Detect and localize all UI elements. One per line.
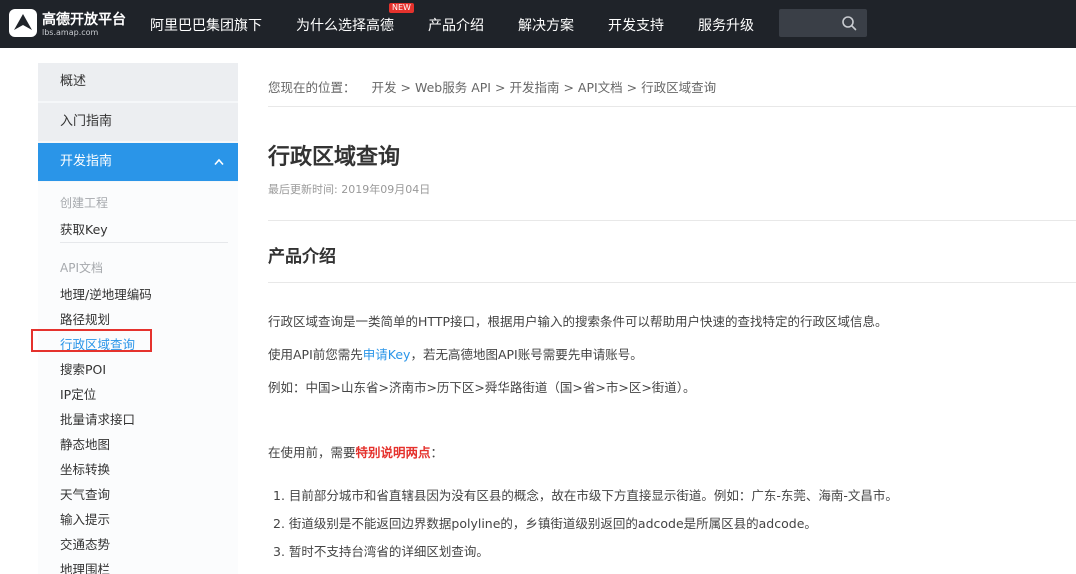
apply-key-link[interactable]: 申请Key	[363, 347, 411, 362]
breadcrumb-item-dev-guide[interactable]: 开发指南	[509, 80, 559, 95]
sidebar-item-weather[interactable]: 天气查询	[60, 484, 110, 503]
sidebar-group-api-docs[interactable]: API文档	[60, 259, 103, 276]
main-content: 您现在的位置： 开发 > Web服务 API > 开发指南 > API文档 > …	[268, 0, 1076, 574]
sidebar-item-input-tips[interactable]: 输入提示	[60, 509, 110, 528]
section-title: 产品介绍	[268, 247, 336, 267]
breadcrumb-separator: >	[400, 80, 411, 95]
last-updated: 最后更新时间: 2019年09月04日	[268, 183, 431, 196]
sidebar-section-dev-guide[interactable]: 开发指南	[38, 143, 238, 181]
note-item-1: 1. 目前部分城市和省直辖县因为没有区县的概念，故在市级下方直接显示街道。例如：…	[273, 488, 898, 503]
breadcrumb-separator: >	[626, 80, 638, 95]
sidebar-item-traffic[interactable]: 交通态势	[60, 534, 110, 553]
sidebar-section-label: 开发指南	[60, 154, 113, 169]
intro-paragraph: 行政区域查询是一类简单的HTTP接口，根据用户输入的搜索条件可以帮助用户快速的查…	[268, 314, 888, 329]
breadcrumb-separator: >	[563, 80, 574, 95]
breadcrumb-item-api-docs[interactable]: API文档	[578, 80, 623, 95]
example-paragraph: 例如：中国>山东省>济南市>历下区>舜华路街道（国>省>市>区>街道）。	[268, 380, 696, 395]
sidebar-item-poi-search[interactable]: 搜索POI	[60, 359, 106, 378]
sidebar-item-batch-request[interactable]: 批量请求接口	[60, 409, 135, 428]
sidebar-item-get-key[interactable]: 获取Key	[60, 219, 108, 238]
sidebar: 概述 入门指南 开发指南 创建工程 获取Key API文档 地理/逆地理编码 路…	[38, 63, 238, 574]
breadcrumb-item-dev[interactable]: 开发	[372, 80, 397, 95]
page-title: 行政区域查询	[268, 145, 401, 170]
notice-text-after: ：	[430, 445, 444, 460]
sidebar-item-ip-location[interactable]: IP定位	[60, 384, 96, 403]
sidebar-group-create-project[interactable]: 创建工程	[60, 194, 108, 211]
key-text-before: 使用API前您需先	[268, 347, 363, 362]
nav-alibaba-group[interactable]: 阿里巴巴集团旗下	[150, 15, 262, 35]
sidebar-item-coordinate-convert[interactable]: 坐标转换	[60, 459, 110, 478]
breadcrumb: 您现在的位置： 开发 > Web服务 API > 开发指南 > API文档 > …	[268, 77, 716, 96]
sidebar-submenu: 创建工程 获取Key API文档 地理/逆地理编码 路径规划 行政区域查询 搜索…	[38, 182, 238, 574]
breadcrumb-separator: >	[494, 80, 506, 95]
amap-logo-icon	[9, 9, 37, 37]
notice-text-before: 在使用前，需要	[268, 445, 356, 460]
logo-title: 高德开放平台	[42, 12, 126, 28]
sidebar-item-route-planning[interactable]: 路径规划	[60, 309, 110, 328]
sidebar-item-geocoding[interactable]: 地理/逆地理编码	[60, 284, 152, 303]
amap-logo[interactable]: 高德开放平台 lbs.amap.com	[8, 8, 138, 40]
sidebar-section-overview[interactable]: 概述	[38, 63, 238, 101]
sidebar-item-geofence[interactable]: 地理围栏	[60, 559, 110, 574]
breadcrumb-label: 您现在的位置：	[268, 80, 356, 95]
title-divider	[268, 220, 1076, 221]
current-item-highlight	[31, 329, 152, 352]
notice-paragraph: 在使用前，需要特别说明两点：	[268, 442, 443, 461]
note-item-3: 3. 暂时不支持台湾省的详细区划查询。	[273, 544, 489, 559]
note-item-2: 2. 街道级别是不能返回边界数据polyline的，乡镇街道级别返回的adcod…	[273, 516, 817, 531]
sidebar-divider	[60, 242, 228, 243]
sidebar-section-getting-started[interactable]: 入门指南	[38, 103, 238, 141]
sidebar-item-static-map[interactable]: 静态地图	[60, 434, 110, 453]
key-text-after: ，若无高德地图API账号需要先申请账号。	[410, 347, 643, 362]
chevron-up-icon	[214, 158, 224, 166]
breadcrumb-divider	[268, 106, 1076, 107]
logo-subtitle: lbs.amap.com	[42, 28, 99, 37]
key-paragraph: 使用API前您需先申请Key，若无高德地图API账号需要先申请账号。	[268, 344, 643, 363]
notice-emphasis: 特别说明两点	[355, 445, 431, 460]
section-divider	[268, 282, 1076, 283]
breadcrumb-item-current: 行政区域查询	[641, 80, 717, 95]
breadcrumb-item-web-api[interactable]: Web服务 API	[415, 80, 491, 95]
